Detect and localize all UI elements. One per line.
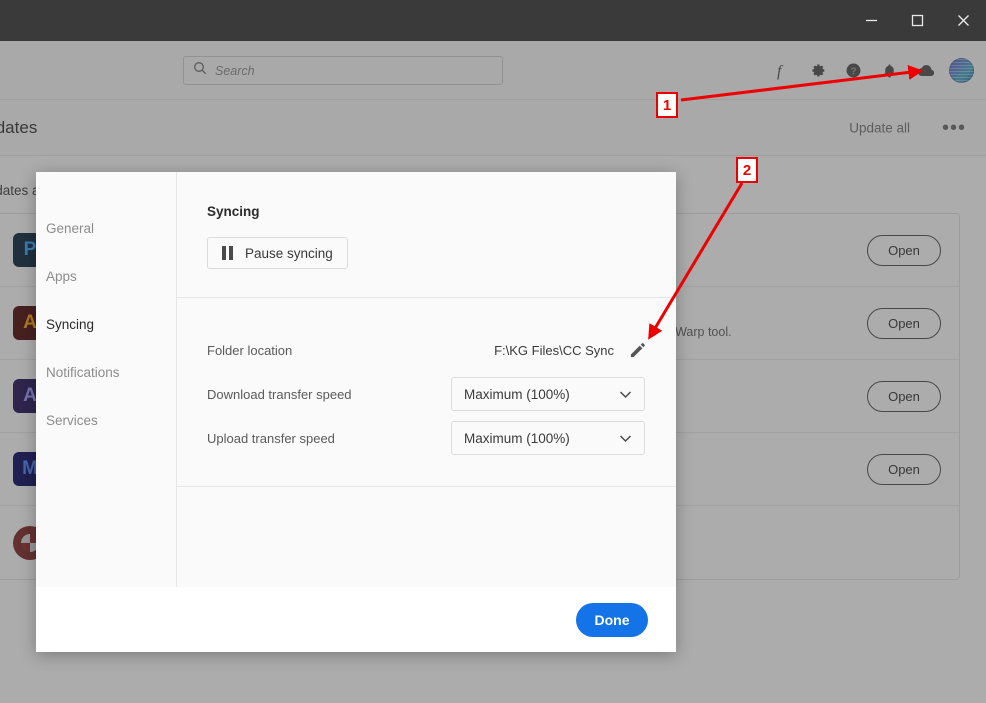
minimize-button[interactable]: [848, 0, 894, 41]
sidebar-item-general[interactable]: General: [36, 204, 176, 252]
upload-speed-row: Upload transfer speed Maximum (100%): [207, 416, 646, 460]
title-bar: [0, 0, 986, 41]
sidebar-item-services[interactable]: Services: [36, 396, 176, 444]
close-button[interactable]: [940, 0, 986, 41]
dialog-content: Syncing Pause syncing Folder location F:…: [177, 172, 676, 587]
sidebar-item-syncing[interactable]: Syncing: [36, 300, 176, 348]
dialog-footer: Done: [36, 587, 676, 652]
dialog-sidebar: General Apps Syncing Notifications Servi…: [36, 172, 177, 587]
done-button[interactable]: Done: [576, 602, 648, 637]
folder-location-label: Folder location: [207, 342, 293, 358]
pause-icon: [222, 246, 233, 260]
sidebar-item-apps[interactable]: Apps: [36, 252, 176, 300]
upload-speed-value: Maximum (100%): [464, 430, 570, 446]
chevron-down-icon: [619, 434, 632, 443]
download-speed-row: Download transfer speed Maximum (100%): [207, 372, 646, 416]
upload-speed-label: Upload transfer speed: [207, 430, 335, 446]
download-speed-value: Maximum (100%): [464, 386, 570, 402]
upload-speed-select[interactable]: Maximum (100%): [451, 421, 645, 455]
sidebar-item-notifications[interactable]: Notifications: [36, 348, 176, 396]
pause-syncing-label: Pause syncing: [245, 245, 333, 261]
folder-location-value: F:\KG Files\CC Sync: [494, 342, 614, 358]
dialog-empty-area: [177, 487, 676, 587]
application-window: f ? Up: [0, 0, 986, 703]
preferences-dialog: General Apps Syncing Notifications Servi…: [36, 172, 676, 652]
folder-location-row: Folder location F:\KG Files\CC Sync: [207, 328, 646, 372]
section-title-syncing: Syncing: [207, 204, 260, 219]
annotation-marker-2: 2: [736, 157, 758, 183]
chevron-down-icon: [619, 390, 632, 399]
syncing-section: Syncing Pause syncing: [177, 172, 676, 298]
maximize-button[interactable]: [894, 0, 940, 41]
download-speed-label: Download transfer speed: [207, 386, 352, 402]
sync-preferences-section: Folder location F:\KG Files\CC Sync Down…: [177, 298, 676, 487]
annotation-marker-1: 1: [656, 92, 678, 118]
pause-syncing-button[interactable]: Pause syncing: [207, 237, 348, 269]
download-speed-select[interactable]: Maximum (100%): [451, 377, 645, 411]
dialog-body: General Apps Syncing Notifications Servi…: [36, 172, 676, 587]
pencil-edit-icon[interactable]: [628, 341, 646, 359]
